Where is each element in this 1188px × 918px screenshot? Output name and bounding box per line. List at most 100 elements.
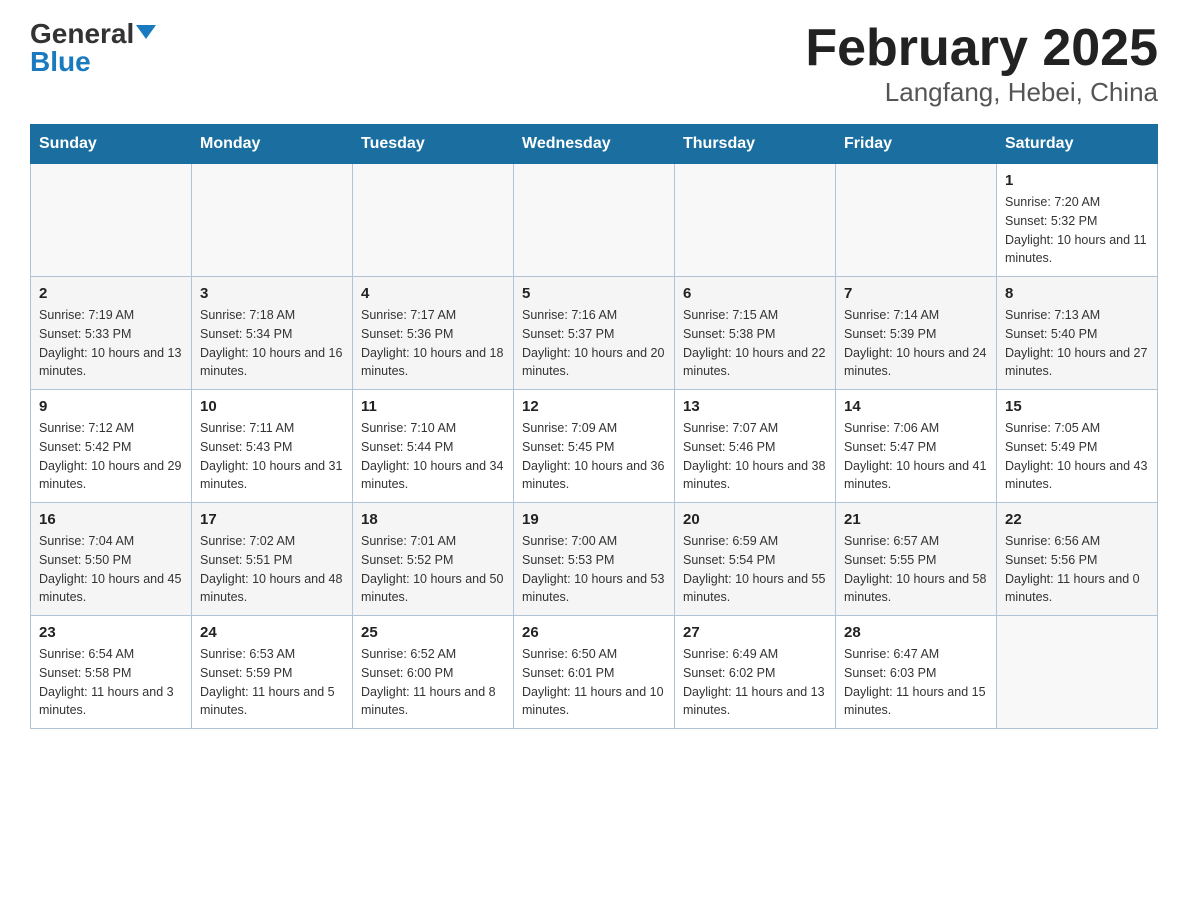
day-info: Sunrise: 6:56 AMSunset: 5:56 PMDaylight:… bbox=[1005, 532, 1149, 607]
calendar-cell: 7 Sunrise: 7:14 AMSunset: 5:39 PMDaylight… bbox=[836, 277, 997, 390]
day-number: 22 bbox=[1005, 511, 1149, 528]
calendar-cell: 8 Sunrise: 7:13 AMSunset: 5:40 PMDaylight… bbox=[997, 277, 1158, 390]
calendar-cell bbox=[836, 164, 997, 277]
calendar-cell: 15Sunrise: 7:05 AMSunset: 5:49 PMDayligh… bbox=[997, 390, 1158, 503]
day-number: 5 bbox=[522, 285, 666, 302]
header-sunday: Sunday bbox=[31, 125, 192, 164]
calendar-cell: 11 Sunrise: 7:10 AMSunset: 5:44 PMDayligh… bbox=[353, 390, 514, 503]
calendar-cell: 9Sunrise: 7:12 AMSunset: 5:42 PMDaylight… bbox=[31, 390, 192, 503]
day-info: Sunrise: 7:09 AMSunset: 5:45 PMDaylight:… bbox=[522, 419, 666, 494]
logo: General Blue bbox=[30, 20, 156, 76]
day-info: Sunrise: 6:57 AMSunset: 5:55 PMDaylight:… bbox=[844, 532, 988, 607]
day-info: Sunrise: 6:52 AMSunset: 6:00 PMDaylight:… bbox=[361, 645, 505, 720]
header-monday: Monday bbox=[192, 125, 353, 164]
day-number: 17 bbox=[200, 511, 344, 528]
calendar-cell: 24 Sunrise: 6:53 AMSunset: 5:59 PMDayligh… bbox=[192, 616, 353, 729]
day-number: 25 bbox=[361, 624, 505, 641]
day-info: Sunrise: 7:18 AMSunset: 5:34 PMDaylight:… bbox=[200, 306, 344, 381]
calendar-table: Sunday Monday Tuesday Wednesday Thursday… bbox=[30, 124, 1158, 729]
calendar-cell: 14Sunrise: 7:06 AMSunset: 5:47 PMDayligh… bbox=[836, 390, 997, 503]
calendar-cell: 19 Sunrise: 7:00 AMSunset: 5:53 PMDayligh… bbox=[514, 503, 675, 616]
day-number: 20 bbox=[683, 511, 827, 528]
calendar-cell bbox=[31, 164, 192, 277]
day-number: 24 bbox=[200, 624, 344, 641]
calendar-cell: 4 Sunrise: 7:17 AMSunset: 5:36 PMDaylight… bbox=[353, 277, 514, 390]
day-number: 21 bbox=[844, 511, 988, 528]
day-info: Sunrise: 7:06 AMSunset: 5:47 PMDaylight:… bbox=[844, 419, 988, 494]
logo-triangle-icon bbox=[136, 25, 156, 39]
calendar-week-row: 9Sunrise: 7:12 AMSunset: 5:42 PMDaylight… bbox=[31, 390, 1158, 503]
calendar-cell bbox=[192, 164, 353, 277]
day-info: Sunrise: 6:50 AMSunset: 6:01 PMDaylight:… bbox=[522, 645, 666, 720]
calendar-cell: 20 Sunrise: 6:59 AMSunset: 5:54 PMDayligh… bbox=[675, 503, 836, 616]
day-number: 2 bbox=[39, 285, 183, 302]
header-friday: Friday bbox=[836, 125, 997, 164]
day-info: Sunrise: 7:20 AMSunset: 5:32 PMDaylight:… bbox=[1005, 193, 1149, 268]
calendar-cell bbox=[514, 164, 675, 277]
day-number: 10 bbox=[200, 398, 344, 415]
day-info: Sunrise: 6:54 AMSunset: 5:58 PMDaylight:… bbox=[39, 645, 183, 720]
day-number: 6 bbox=[683, 285, 827, 302]
day-info: Sunrise: 7:15 AMSunset: 5:38 PMDaylight:… bbox=[683, 306, 827, 381]
calendar-cell: 5 Sunrise: 7:16 AMSunset: 5:37 PMDaylight… bbox=[514, 277, 675, 390]
day-info: Sunrise: 7:02 AMSunset: 5:51 PMDaylight:… bbox=[200, 532, 344, 607]
calendar-cell: 21 Sunrise: 6:57 AMSunset: 5:55 PMDayligh… bbox=[836, 503, 997, 616]
day-info: Sunrise: 7:00 AMSunset: 5:53 PMDaylight:… bbox=[522, 532, 666, 607]
header-wednesday: Wednesday bbox=[514, 125, 675, 164]
calendar-subtitle: Langfang, Hebei, China bbox=[805, 77, 1158, 108]
day-info: Sunrise: 6:49 AMSunset: 6:02 PMDaylight:… bbox=[683, 645, 827, 720]
day-info: Sunrise: 7:16 AMSunset: 5:37 PMDaylight:… bbox=[522, 306, 666, 381]
calendar-cell bbox=[353, 164, 514, 277]
day-number: 23 bbox=[39, 624, 183, 641]
day-number: 11 bbox=[361, 398, 505, 415]
calendar-cell: 22 Sunrise: 6:56 AMSunset: 5:56 PMDayligh… bbox=[997, 503, 1158, 616]
calendar-header-row: Sunday Monday Tuesday Wednesday Thursday… bbox=[31, 125, 1158, 164]
day-info: Sunrise: 7:19 AMSunset: 5:33 PMDaylight:… bbox=[39, 306, 183, 381]
day-number: 28 bbox=[844, 624, 988, 641]
day-number: 4 bbox=[361, 285, 505, 302]
calendar-cell: 13Sunrise: 7:07 AMSunset: 5:46 PMDayligh… bbox=[675, 390, 836, 503]
calendar-title: February 2025 bbox=[805, 20, 1158, 77]
day-number: 12 bbox=[522, 398, 666, 415]
logo-general-text: General bbox=[30, 20, 134, 48]
calendar-week-row: 1 Sunrise: 7:20 AMSunset: 5:32 PMDaylight… bbox=[31, 164, 1158, 277]
calendar-cell: 23 Sunrise: 6:54 AMSunset: 5:58 PMDayligh… bbox=[31, 616, 192, 729]
logo-blue-text: Blue bbox=[30, 48, 91, 76]
calendar-cell: 28 Sunrise: 6:47 AMSunset: 6:03 PMDayligh… bbox=[836, 616, 997, 729]
calendar-cell: 10 Sunrise: 7:11 AMSunset: 5:43 PMDayligh… bbox=[192, 390, 353, 503]
header-saturday: Saturday bbox=[997, 125, 1158, 164]
header-tuesday: Tuesday bbox=[353, 125, 514, 164]
day-info: Sunrise: 6:47 AMSunset: 6:03 PMDaylight:… bbox=[844, 645, 988, 720]
calendar-cell: 25 Sunrise: 6:52 AMSunset: 6:00 PMDayligh… bbox=[353, 616, 514, 729]
calendar-cell: 27Sunrise: 6:49 AMSunset: 6:02 PMDayligh… bbox=[675, 616, 836, 729]
title-block: February 2025 Langfang, Hebei, China bbox=[805, 20, 1158, 108]
calendar-cell: 2 Sunrise: 7:19 AMSunset: 5:33 PMDaylight… bbox=[31, 277, 192, 390]
calendar-week-row: 16Sunrise: 7:04 AMSunset: 5:50 PMDayligh… bbox=[31, 503, 1158, 616]
day-number: 16 bbox=[39, 511, 183, 528]
calendar-cell: 6 Sunrise: 7:15 AMSunset: 5:38 PMDaylight… bbox=[675, 277, 836, 390]
calendar-cell: 16Sunrise: 7:04 AMSunset: 5:50 PMDayligh… bbox=[31, 503, 192, 616]
day-number: 19 bbox=[522, 511, 666, 528]
calendar-cell: 17 Sunrise: 7:02 AMSunset: 5:51 PMDayligh… bbox=[192, 503, 353, 616]
day-number: 1 bbox=[1005, 172, 1149, 189]
day-number: 7 bbox=[844, 285, 988, 302]
calendar-cell: 18Sunrise: 7:01 AMSunset: 5:52 PMDayligh… bbox=[353, 503, 514, 616]
calendar-cell bbox=[997, 616, 1158, 729]
day-info: Sunrise: 7:11 AMSunset: 5:43 PMDaylight:… bbox=[200, 419, 344, 494]
calendar-week-row: 23 Sunrise: 6:54 AMSunset: 5:58 PMDayligh… bbox=[31, 616, 1158, 729]
day-info: Sunrise: 7:13 AMSunset: 5:40 PMDaylight:… bbox=[1005, 306, 1149, 381]
day-number: 8 bbox=[1005, 285, 1149, 302]
day-info: Sunrise: 7:17 AMSunset: 5:36 PMDaylight:… bbox=[361, 306, 505, 381]
day-number: 26 bbox=[522, 624, 666, 641]
day-info: Sunrise: 6:59 AMSunset: 5:54 PMDaylight:… bbox=[683, 532, 827, 607]
day-number: 3 bbox=[200, 285, 344, 302]
day-info: Sunrise: 7:10 AMSunset: 5:44 PMDaylight:… bbox=[361, 419, 505, 494]
day-info: Sunrise: 7:14 AMSunset: 5:39 PMDaylight:… bbox=[844, 306, 988, 381]
header-thursday: Thursday bbox=[675, 125, 836, 164]
day-info: Sunrise: 7:01 AMSunset: 5:52 PMDaylight:… bbox=[361, 532, 505, 607]
day-info: Sunrise: 6:53 AMSunset: 5:59 PMDaylight:… bbox=[200, 645, 344, 720]
calendar-week-row: 2 Sunrise: 7:19 AMSunset: 5:33 PMDaylight… bbox=[31, 277, 1158, 390]
calendar-cell: 12 Sunrise: 7:09 AMSunset: 5:45 PMDayligh… bbox=[514, 390, 675, 503]
day-number: 15 bbox=[1005, 398, 1149, 415]
calendar-cell bbox=[675, 164, 836, 277]
